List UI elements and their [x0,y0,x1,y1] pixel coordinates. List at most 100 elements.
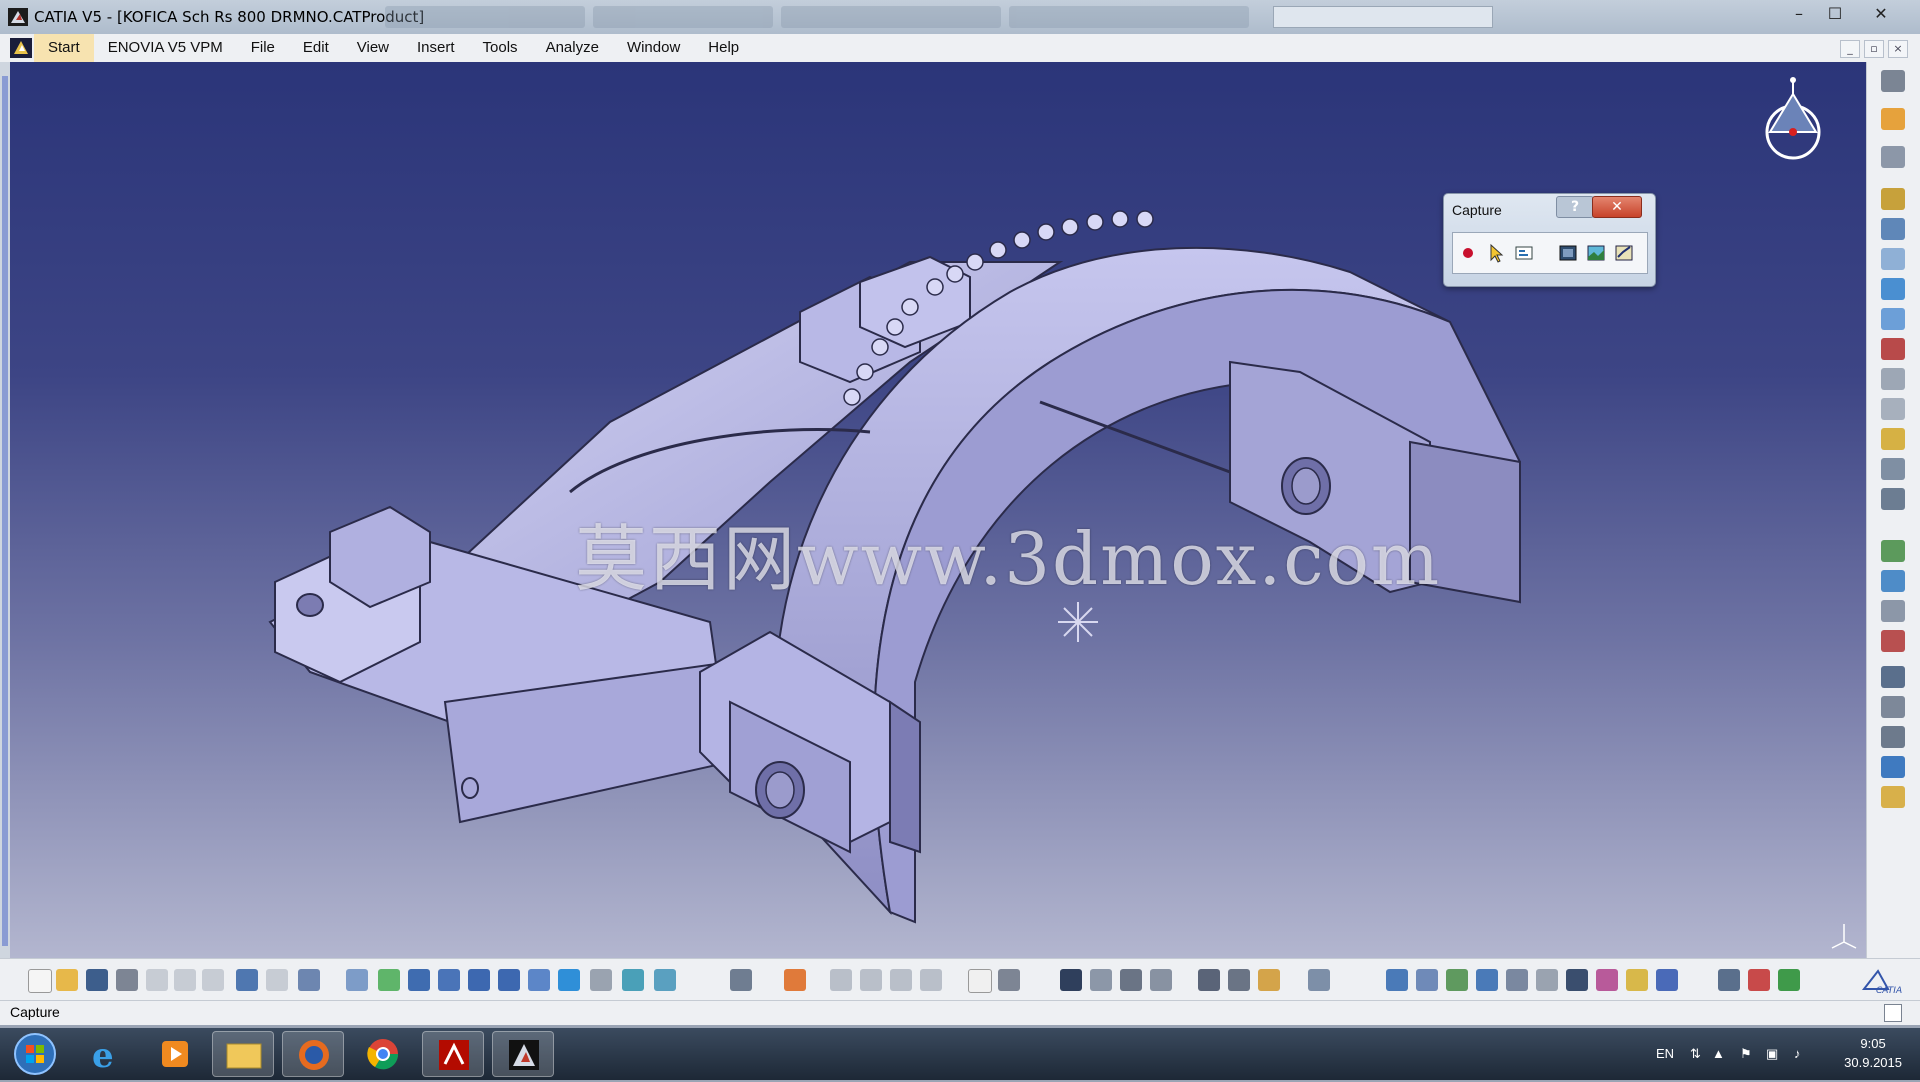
tool-a-icon[interactable] [830,969,852,991]
tool-manipulate-icon[interactable] [1881,488,1905,510]
tool-angle-icon[interactable] [1881,666,1905,688]
tool-offset-icon[interactable] [1881,630,1905,652]
table-icon[interactable] [1060,969,1082,991]
cut-icon[interactable] [146,969,168,991]
maximize-button[interactable]: ☐ [1816,2,1854,26]
snap-grid-icon[interactable] [784,969,806,991]
capture-dialog[interactable]: Capture ? ✕ [1443,193,1656,287]
tool-d-icon[interactable] [920,969,942,991]
tree-scrollbar[interactable] [2,76,8,946]
measure-icon[interactable] [1120,969,1142,991]
render-b-icon[interactable] [1748,969,1770,991]
menu-start[interactable]: Start [34,34,94,62]
tool-product-icon[interactable] [1881,218,1905,240]
update-icon[interactable] [1308,969,1330,991]
save-icon[interactable] [86,969,108,991]
zoom-in-icon[interactable] [468,969,490,991]
action-center-icon[interactable]: ⚑ [1740,1046,1752,1062]
print-icon[interactable] [116,969,138,991]
assembly-g-icon[interactable] [1566,969,1588,991]
acrobat-icon[interactable] [422,1031,484,1077]
options-icon[interactable] [1513,242,1535,264]
menu-view[interactable]: View [343,34,403,62]
menu-insert[interactable]: Insert [403,34,469,62]
tool-assembly-icon[interactable] [1881,70,1905,92]
inertia-icon[interactable] [1258,969,1280,991]
album-icon[interactable] [1613,242,1635,264]
hide-show-icon[interactable] [622,969,644,991]
new-icon[interactable] [28,969,52,993]
input-method-icon[interactable]: ⇅ [1690,1046,1701,1062]
swap-visible-icon[interactable] [654,969,676,991]
minimize-button[interactable]: – [1780,2,1818,26]
tool-contact-icon[interactable] [1881,600,1905,622]
iso-view-icon[interactable] [558,969,580,991]
assembly-b-icon[interactable] [1416,969,1438,991]
file-explorer-icon[interactable] [212,1031,274,1077]
internet-explorer-icon[interactable]: e [74,1031,136,1077]
doc-restore-button[interactable]: ▫ [1864,40,1884,58]
tree-scroll-strip[interactable] [0,62,10,958]
fit-all-icon[interactable] [378,969,400,991]
zoom-out-icon[interactable] [498,969,520,991]
record-icon[interactable] [1457,242,1479,264]
undo-icon[interactable] [236,969,258,991]
shading-icon[interactable] [590,969,612,991]
chrome-icon[interactable] [352,1031,414,1077]
rotate-icon[interactable] [438,969,460,991]
open-icon[interactable] [56,969,78,991]
whats-this-icon[interactable] [298,969,320,991]
tool-c-icon[interactable] [890,969,912,991]
paste-icon[interactable] [202,969,224,991]
structure-icon[interactable] [1090,969,1112,991]
doc-close-button[interactable]: × [1888,40,1908,58]
snapshot-icon[interactable] [1557,242,1579,264]
render-a-icon[interactable] [1718,969,1740,991]
tool-numbering-icon[interactable] [1881,368,1905,390]
fly-mode-icon[interactable] [346,969,368,991]
align-icon[interactable] [1150,969,1172,991]
copy-icon[interactable] [174,969,196,991]
tool-coincidence-icon[interactable] [1881,570,1905,592]
media-player-icon[interactable] [144,1031,206,1077]
close-button[interactable]: ✕ [1862,2,1900,26]
tool-update-icon[interactable] [1881,756,1905,778]
tray-expand-icon[interactable]: ▲ [1712,1046,1725,1061]
formula-icon[interactable] [968,969,992,993]
menu-tools[interactable]: Tools [469,34,532,62]
assembly-f-icon[interactable] [1536,969,1558,991]
assembly-j-icon[interactable] [1656,969,1678,991]
select-icon[interactable] [1485,242,1507,264]
doc-minimize-button[interactable]: _ [1840,40,1860,58]
tool-part-icon[interactable] [1881,248,1905,270]
menu-help[interactable]: Help [694,34,753,62]
select-arrow-icon[interactable] [1881,108,1905,130]
tool-replace-icon[interactable] [1881,308,1905,330]
tool-multi-icon[interactable] [1881,428,1905,450]
search-input[interactable] [1273,6,1493,28]
network-icon[interactable]: ▣ [1766,1046,1778,1062]
tool-reorder-icon[interactable] [1881,338,1905,360]
catia-menu-icon[interactable] [10,38,32,58]
command-input-icon[interactable] [1884,1004,1902,1022]
catalog-icon[interactable] [730,969,752,991]
redo-icon[interactable] [266,969,288,991]
tool-existing-icon[interactable] [1881,278,1905,300]
tool-fix-icon[interactable] [1881,696,1905,718]
render-c-icon[interactable] [1778,969,1800,991]
tool-graph-icon[interactable] [1881,398,1905,420]
catia-icon[interactable] [492,1031,554,1077]
assembly-d-icon[interactable] [1476,969,1498,991]
language-indicator[interactable]: EN [1656,1046,1674,1061]
assembly-c-icon[interactable] [1446,969,1468,991]
menu-window[interactable]: Window [613,34,694,62]
firefox-icon[interactable] [282,1031,344,1077]
menu-analyze[interactable]: Analyze [532,34,613,62]
compass-icon[interactable] [1758,72,1828,160]
tool-component-icon[interactable] [1881,188,1905,210]
tool-b-icon[interactable] [860,969,882,991]
comment-icon[interactable] [998,969,1020,991]
tool-reuse-icon[interactable] [1881,786,1905,808]
assembly-i-icon[interactable] [1626,969,1648,991]
image-icon[interactable] [1585,242,1607,264]
